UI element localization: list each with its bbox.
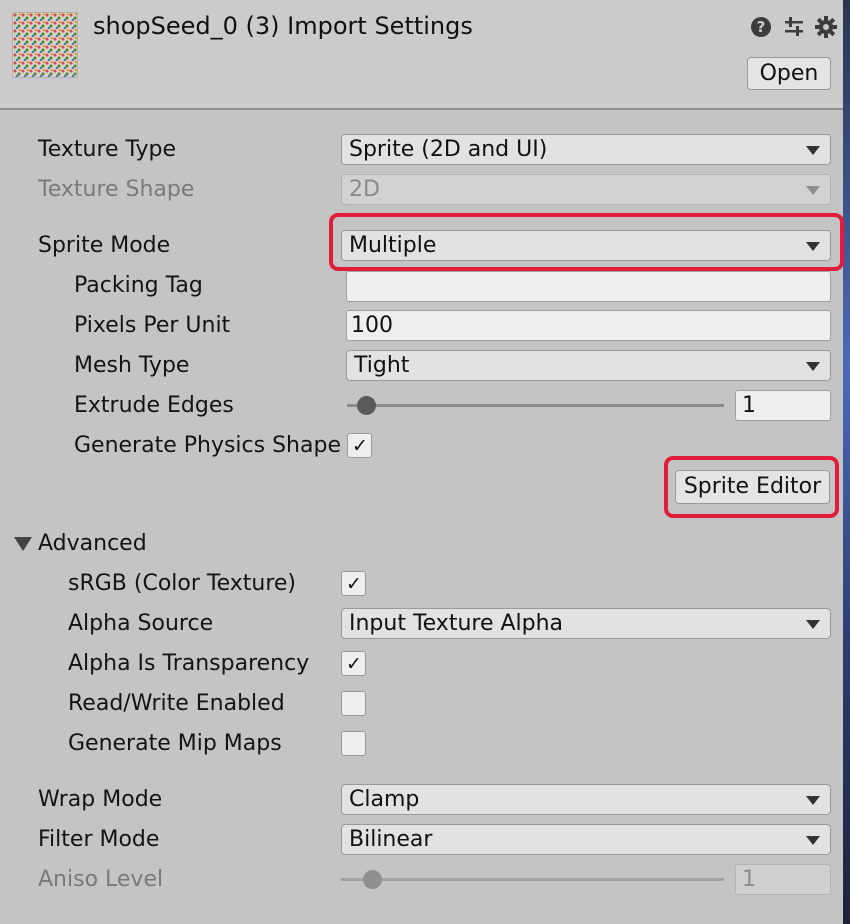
advanced-foldout[interactable]: Advanced — [38, 531, 147, 556]
sprite-mode-highlight — [329, 213, 844, 271]
chevron-down-icon — [806, 362, 820, 371]
packing-tag-label: Packing Tag — [74, 273, 203, 298]
scene-edge — [843, 0, 850, 924]
mesh-type-value: Tight — [354, 353, 410, 378]
generate-physics-shape-label: Generate Physics Shape — [74, 433, 341, 458]
wrap-mode-value: Clamp — [349, 787, 420, 812]
alpha-source-dropdown[interactable]: Input Texture Alpha — [341, 608, 831, 639]
texture-type-dropdown[interactable]: Sprite (2D and UI) — [341, 134, 831, 165]
presets-icon[interactable] — [783, 16, 805, 38]
generate-physics-shape-checkbox[interactable]: ✓ — [347, 433, 372, 458]
chevron-down-icon — [806, 836, 820, 845]
filter-mode-label: Filter Mode — [38, 827, 160, 852]
pixels-per-unit-label: Pixels Per Unit — [74, 313, 231, 338]
aniso-level-slider-handle — [363, 870, 382, 889]
sprite-editor-highlight — [664, 456, 839, 518]
texture-thumbnail — [12, 12, 78, 78]
mesh-type-label: Mesh Type — [74, 353, 190, 378]
help-icon[interactable]: ? — [750, 16, 772, 38]
texture-shape-value: 2D — [349, 177, 380, 202]
packing-tag-input[interactable] — [346, 271, 831, 302]
pixels-per-unit-input[interactable]: 100 — [346, 310, 831, 341]
aniso-level-slider-track — [341, 878, 724, 881]
checkmark-icon: ✓ — [346, 573, 362, 595]
alpha-is-transparency-checkbox[interactable]: ✓ — [341, 651, 366, 676]
page-title: shopSeed_0 (3) Import Settings — [93, 12, 473, 40]
chevron-down-icon — [806, 186, 820, 195]
alpha-source-value: Input Texture Alpha — [349, 611, 564, 636]
read-write-label: Read/Write Enabled — [68, 691, 285, 716]
alpha-is-transparency-label: Alpha Is Transparency — [68, 651, 310, 676]
inspector-header: shopSeed_0 (3) Import Settings ? Open — [0, 0, 843, 110]
chevron-down-icon — [806, 146, 820, 155]
extrude-edges-label: Extrude Edges — [74, 393, 234, 418]
wrap-mode-label: Wrap Mode — [38, 787, 163, 812]
texture-shape-dropdown: 2D — [341, 174, 831, 205]
extrude-edges-input[interactable]: 1 — [735, 390, 831, 421]
gear-icon[interactable] — [815, 16, 837, 38]
sprite-mode-label: Sprite Mode — [38, 233, 171, 258]
read-write-checkbox[interactable] — [341, 691, 366, 716]
svg-text:?: ? — [757, 18, 766, 36]
checkmark-icon: ✓ — [352, 435, 368, 457]
texture-type-value: Sprite (2D and UI) — [349, 137, 548, 162]
filter-mode-dropdown[interactable]: Bilinear — [341, 824, 831, 855]
mesh-type-dropdown[interactable]: Tight — [346, 350, 831, 381]
filter-mode-value: Bilinear — [349, 827, 433, 852]
alpha-source-label: Alpha Source — [68, 611, 214, 636]
generate-mip-maps-checkbox[interactable] — [341, 731, 366, 756]
foldout-triangle-icon[interactable] — [14, 537, 32, 551]
srgb-label: sRGB (Color Texture) — [68, 571, 297, 596]
open-button[interactable]: Open — [747, 57, 831, 90]
aniso-level-input: 1 — [735, 864, 831, 895]
extrude-edges-slider-handle[interactable] — [357, 396, 376, 415]
srgb-checkbox[interactable]: ✓ — [341, 571, 366, 596]
extrude-edges-slider-track[interactable] — [347, 404, 724, 407]
chevron-down-icon — [806, 620, 820, 629]
wrap-mode-dropdown[interactable]: Clamp — [341, 784, 831, 815]
aniso-level-label: Aniso Level — [38, 867, 164, 892]
texture-type-label: Texture Type — [38, 137, 177, 162]
generate-mip-maps-label: Generate Mip Maps — [68, 731, 282, 756]
texture-shape-label: Texture Shape — [38, 177, 195, 202]
chevron-down-icon — [806, 796, 820, 805]
checkmark-icon: ✓ — [346, 653, 362, 675]
